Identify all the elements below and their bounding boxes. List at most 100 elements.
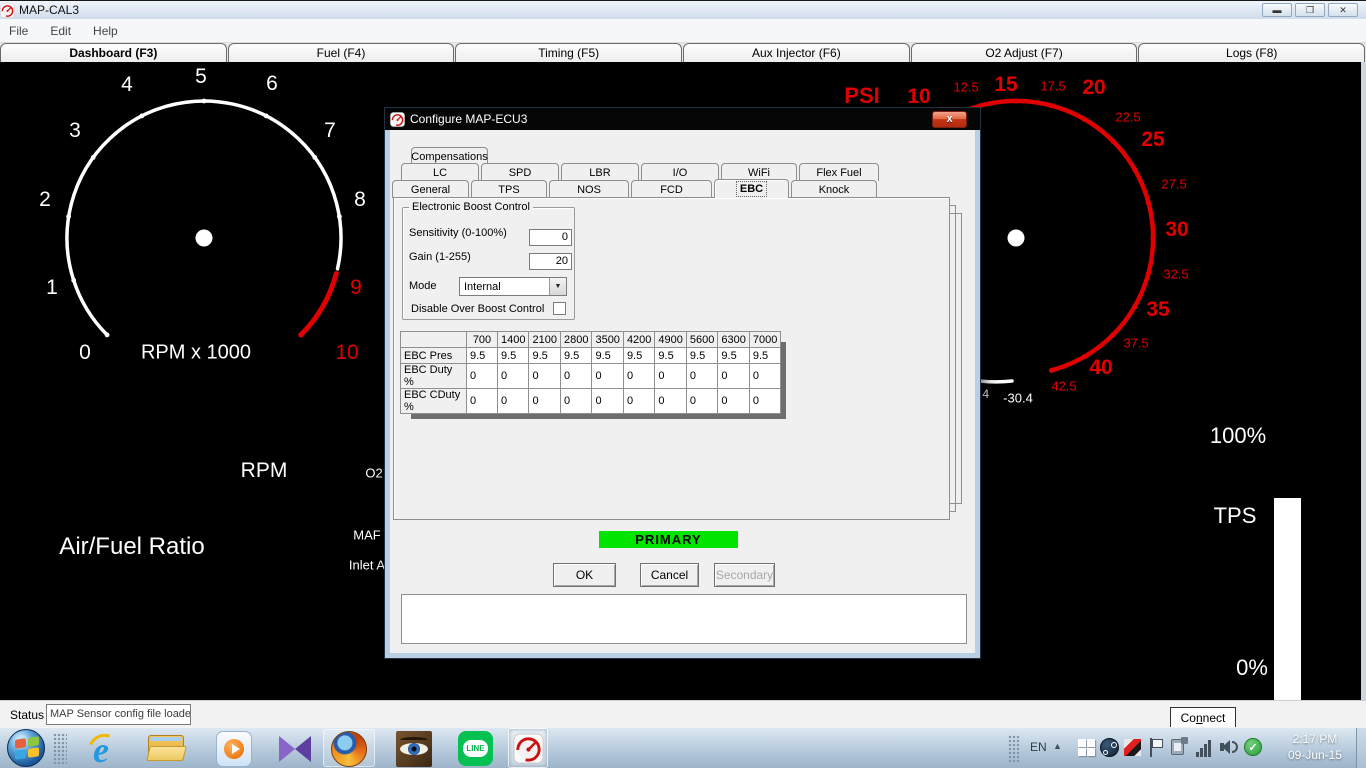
tray-update-icon[interactable]: ✓	[1244, 738, 1262, 756]
connect-button[interactable]: Connect	[1170, 707, 1236, 728]
main-tab-3[interactable]: Aux Injector (F6)	[683, 43, 910, 62]
internet-explorer-icon[interactable]: e	[86, 731, 122, 767]
table-cell[interactable]: 0	[623, 364, 654, 389]
dashboard-text-3: MAF	[353, 528, 380, 543]
tray-windows-icon[interactable]	[1078, 739, 1095, 756]
dialog-tab-fcd[interactable]: FCD	[631, 180, 712, 198]
dialog-tab-spd[interactable]: SPD	[481, 163, 559, 181]
tray-device-icon[interactable]	[1171, 737, 1188, 757]
tray-grip[interactable]	[1008, 735, 1019, 763]
main-tab-1[interactable]: Fuel (F4)	[228, 43, 455, 62]
tray-kaspersky-icon[interactable]	[1124, 739, 1141, 756]
table-cell[interactable]: 0	[686, 389, 717, 414]
menu-edit[interactable]: Edit	[50, 24, 71, 38]
file-explorer-icon[interactable]	[148, 733, 186, 763]
table-cell[interactable]: 0	[718, 389, 749, 414]
rpm-gauge-label-2: 2	[39, 188, 51, 212]
table-cell[interactable]: 9.5	[529, 348, 560, 364]
main-tab-0[interactable]: Dashboard (F3)	[0, 43, 227, 62]
secondary-button: Secondary	[714, 563, 775, 587]
table-cell[interactable]: 0	[655, 389, 686, 414]
menu-help[interactable]: Help	[93, 24, 118, 38]
minimize-button[interactable]: ▬	[1262, 3, 1292, 17]
dialog-tab-lc[interactable]: LC	[401, 163, 479, 181]
dialog-tab-general[interactable]: General	[392, 180, 469, 198]
tray-action-center-flag-icon[interactable]	[1148, 738, 1164, 757]
table-cell[interactable]: 0	[592, 364, 623, 389]
dialog-tab-nos[interactable]: NOS	[549, 180, 629, 198]
dialog-tab-knock[interactable]: Knock	[791, 180, 877, 198]
chevron-down-icon[interactable]: ▼	[549, 278, 566, 295]
table-cell[interactable]: 0	[467, 389, 498, 414]
close-button[interactable]: ✕	[1328, 3, 1358, 17]
dialog-tab-flex-fuel[interactable]: Flex Fuel	[799, 163, 879, 181]
main-tab-4[interactable]: O2 Adjust (F7)	[911, 43, 1138, 62]
table-cell[interactable]: 0	[467, 364, 498, 389]
dialog-message-box[interactable]	[401, 594, 967, 644]
dialog-titlebar[interactable]: Configure MAP-ECU3 x	[385, 108, 980, 130]
app-titlebar: MAP-CAL3 ▬ ❐ ✕	[0, 0, 1366, 19]
table-cell[interactable]: 9.5	[560, 348, 591, 364]
table-cell[interactable]: 9.5	[655, 348, 686, 364]
table-cell[interactable]: 0	[592, 389, 623, 414]
table-cell[interactable]: 0	[749, 364, 780, 389]
app-title: MAP-CAL3	[19, 3, 79, 17]
table-cell[interactable]: 0	[498, 389, 529, 414]
line-app-icon[interactable]: LINE	[458, 731, 493, 766]
show-desktop-button[interactable]	[1356, 728, 1366, 768]
table-cell[interactable]: 9.5	[718, 348, 749, 364]
tray-steam-icon[interactable]	[1100, 738, 1119, 757]
table-cell[interactable]: 0	[686, 364, 717, 389]
dialog-close-button[interactable]: x	[932, 111, 967, 128]
tray-network-signal-icon[interactable]	[1196, 737, 1214, 757]
dialog-tab-lbr[interactable]: LBR	[561, 163, 639, 181]
firefox-taskbar-button[interactable]	[323, 729, 375, 767]
eye-image-icon[interactable]	[396, 731, 432, 767]
table-cell[interactable]: 9.5	[749, 348, 780, 364]
table-col-header: 2100	[529, 332, 560, 348]
table-cell[interactable]: 0	[623, 389, 654, 414]
table-col-header: 2800	[560, 332, 591, 348]
table-cell[interactable]: 0	[529, 389, 560, 414]
ok-button[interactable]: OK	[553, 563, 616, 587]
table-cell[interactable]: 9.5	[592, 348, 623, 364]
ebc-table[interactable]: 700140021002800350042004900560063007000E…	[400, 331, 781, 414]
maximize-button[interactable]: ❐	[1295, 3, 1325, 17]
table-cell[interactable]: 9.5	[467, 348, 498, 364]
menu-file[interactable]: File	[9, 24, 28, 38]
start-button[interactable]	[7, 729, 45, 767]
disable-overboost-checkbox[interactable]	[553, 302, 566, 315]
media-player-icon[interactable]	[216, 731, 252, 767]
language-indicator[interactable]: EN	[1030, 740, 1047, 754]
dialog-tab-tps[interactable]: TPS	[471, 180, 547, 198]
mapcal-taskbar-button[interactable]	[508, 728, 548, 768]
main-tab-5[interactable]: Logs (F8)	[1138, 43, 1365, 62]
table-cell[interactable]: 9.5	[623, 348, 654, 364]
cancel-button[interactable]: Cancel	[640, 563, 699, 587]
table-cell[interactable]: 0	[498, 364, 529, 389]
table-cell[interactable]: 0	[718, 364, 749, 389]
clock-time: 2:17 PM	[1278, 731, 1352, 747]
main-tab-2[interactable]: Timing (F5)	[455, 43, 682, 62]
tray-clock[interactable]: 2:17 PM 09-Jun-15	[1278, 731, 1352, 763]
table-cell[interactable]: 0	[655, 364, 686, 389]
mode-dropdown[interactable]: Internal ▼	[459, 277, 567, 296]
tray-expand-icon[interactable]: ▲	[1053, 741, 1062, 751]
dialog-tab-ebc[interactable]: EBC	[714, 179, 789, 198]
dialog-tab-i-o[interactable]: I/O	[641, 163, 719, 181]
kmplayer-icon[interactable]	[278, 734, 312, 764]
dialog-client: CompensationsLCSPDLBRI/OWiFiFlex FuelGen…	[390, 130, 975, 653]
tray-volume-icon[interactable]	[1220, 738, 1240, 756]
taskbar-grip[interactable]	[53, 733, 67, 765]
table-row: EBC Pres9.59.59.59.59.59.59.59.59.59.5	[401, 348, 781, 364]
table-cell[interactable]: 0	[529, 364, 560, 389]
gain-input[interactable]: 20	[529, 253, 572, 270]
table-cell[interactable]: 9.5	[686, 348, 717, 364]
rpm-gauge-label-4: 4	[121, 73, 133, 97]
table-cell[interactable]: 0	[560, 364, 591, 389]
table-cell[interactable]: 9.5	[498, 348, 529, 364]
sensitivity-input[interactable]: 0	[529, 229, 572, 246]
table-cell[interactable]: 0	[560, 389, 591, 414]
psi-gauge-label-7: 25	[1141, 128, 1164, 152]
table-cell[interactable]: 0	[749, 389, 780, 414]
